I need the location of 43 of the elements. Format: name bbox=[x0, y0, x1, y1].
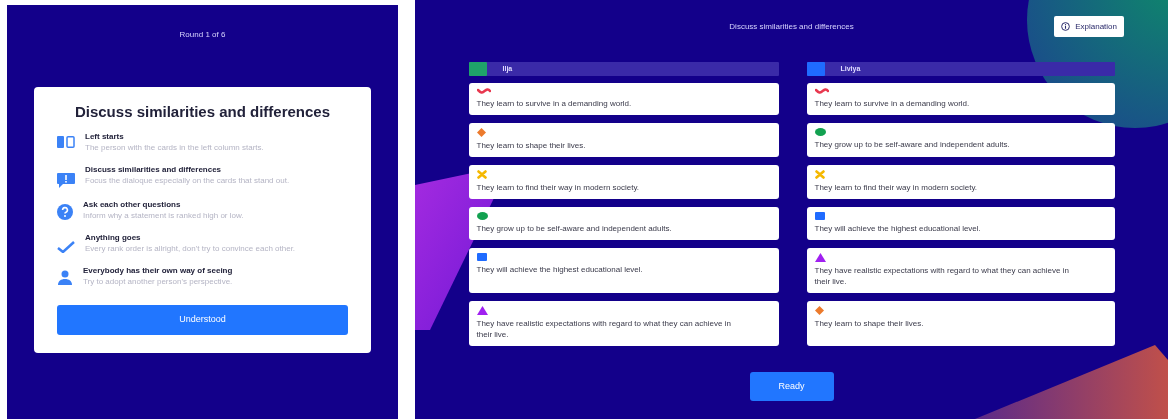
tip-title: Everybody has their own way of seeing bbox=[83, 265, 233, 276]
columns-icon bbox=[57, 135, 75, 148]
statement-card[interactable]: They learn to find their way in modern society. bbox=[806, 165, 1115, 199]
tip-title: Discuss similarities and differences bbox=[85, 164, 223, 175]
tip-text: The person with the cards in the left column starts. bbox=[85, 141, 264, 153]
question-icon bbox=[57, 203, 73, 220]
statement-text: They learn to survive in a demanding world. bbox=[814, 98, 971, 109]
statement-text: They grow up to be self-aware and independent adults. bbox=[476, 223, 673, 234]
explanation-button[interactable]: Explanation bbox=[1054, 16, 1124, 37]
tip-text: Try to adopt another person's perspective. bbox=[83, 275, 233, 287]
statement-card[interactable]: They will achieve the highest educational level. bbox=[468, 248, 779, 293]
tip-title: Left starts bbox=[85, 131, 125, 142]
dialog-title: Discuss similarities and differences bbox=[73, 102, 332, 122]
info-icon bbox=[1061, 22, 1071, 31]
tip-title: Ask each other questions bbox=[83, 199, 182, 210]
statement-card[interactable]: They grow up to be self-aware and independent adults. bbox=[806, 123, 1115, 157]
speech-bubble-icon bbox=[57, 172, 75, 188]
understood-button[interactable]: Understood bbox=[57, 304, 348, 335]
statement-card[interactable]: They learn to find their way in modern society. bbox=[468, 165, 779, 199]
statement-text: They grow up to be self-aware and independent adults. bbox=[814, 139, 1011, 150]
statement-card[interactable]: They grow up to be self-aware and independent adults. bbox=[468, 207, 779, 240]
tip-title: Anything goes bbox=[85, 232, 142, 243]
ready-button[interactable]: Ready bbox=[749, 372, 834, 401]
statement-text: They have realistic expectations with regard to what they can achieve in their live. bbox=[476, 318, 732, 340]
statement-text: They learn to shape their lives. bbox=[476, 140, 587, 151]
statement-text: They learn to shape their lives. bbox=[814, 318, 925, 329]
statement-text: They will achieve the highest educational level. bbox=[476, 264, 644, 275]
statement-card[interactable]: They have realistic expectations with regard to what they can achieve in their live. bbox=[468, 301, 779, 346]
statement-card[interactable]: They have realistic expectations with regard to what they can achieve in their live. bbox=[806, 248, 1115, 293]
person-icon bbox=[57, 269, 73, 286]
screen-title: Discuss similarities and differences bbox=[729, 21, 854, 33]
statement-text: They learn to find their way in modern society. bbox=[476, 182, 641, 193]
statement-text: They have realistic expectations with regard to what they can achieve in their live. bbox=[814, 265, 1070, 287]
round-label: Round 1 of 6 bbox=[179, 29, 226, 41]
statement-card[interactable]: They learn to shape their lives. bbox=[468, 123, 779, 157]
statement-text: They learn to survive in a demanding world. bbox=[476, 98, 633, 109]
checkmark-icon bbox=[57, 240, 75, 253]
statement-card[interactable]: They learn to survive in a demanding world. bbox=[468, 83, 779, 115]
statement-text: They learn to find their way in modern society. bbox=[814, 182, 979, 193]
statement-text: They will achieve the highest educational level. bbox=[814, 223, 982, 234]
statement-card[interactable]: They learn to survive in a demanding world. bbox=[806, 83, 1115, 115]
statement-card[interactable]: They learn to shape their lives. bbox=[806, 301, 1115, 346]
statement-card[interactable]: They will achieve the highest educational level. bbox=[806, 207, 1115, 240]
